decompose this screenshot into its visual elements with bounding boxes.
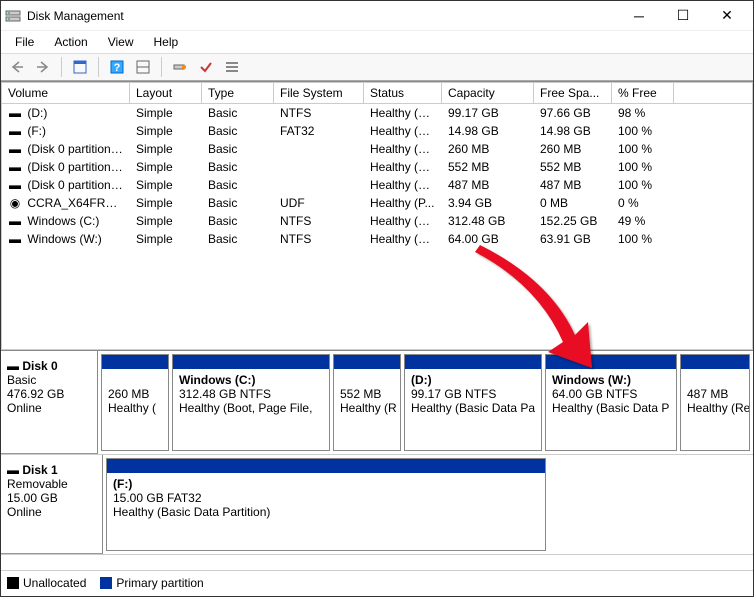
disk-info[interactable]: ▬ Disk 1Removable15.00 GBOnline xyxy=(1,455,103,554)
volume-row[interactable]: ▬ Windows (C:)SimpleBasicNTFSHealthy (B.… xyxy=(2,212,752,230)
drive-icon: ▬ xyxy=(8,232,22,246)
volume-row[interactable]: ▬ (Disk 0 partition 6)SimpleBasicHealthy… xyxy=(2,176,752,194)
volume-row[interactable]: ▬ Windows (W:)SimpleBasicNTFSHealthy (B.… xyxy=(2,230,752,248)
volume-list-pane: Volume Layout Type File System Status Ca… xyxy=(1,81,753,350)
legend: Unallocated Primary partition xyxy=(1,570,753,594)
drive-icon: ▬ xyxy=(8,160,22,174)
svg-text:?: ? xyxy=(114,62,121,74)
window-title: Disk Management xyxy=(27,9,617,23)
volume-row[interactable]: ▬ (F:)SimpleBasicFAT32Healthy (B...14.98… xyxy=(2,122,752,140)
legend-unallocated: Unallocated xyxy=(23,576,86,590)
partition[interactable]: Windows (C:)312.48 GB NTFSHealthy (Boot,… xyxy=(172,354,330,451)
back-button[interactable] xyxy=(5,56,29,78)
menu-help[interactable]: Help xyxy=(146,33,187,51)
toolbar: ? xyxy=(1,53,753,81)
partition[interactable]: Windows (W:)64.00 GB NTFSHealthy (Basic … xyxy=(545,354,677,451)
volume-table-header: Volume Layout Type File System Status Ca… xyxy=(2,83,753,104)
maximize-button[interactable]: ☐ xyxy=(661,2,705,30)
close-button[interactable]: ✕ xyxy=(705,2,749,30)
partition[interactable]: (D:)99.17 GB NTFSHealthy (Basic Data Pa xyxy=(404,354,542,451)
help-button[interactable]: ? xyxy=(105,56,129,78)
col-percent-free[interactable]: % Free xyxy=(612,83,674,104)
col-type[interactable]: Type xyxy=(202,83,274,104)
drive-icon: ▬ xyxy=(8,178,22,192)
disk-graphical-pane: ▬ Disk 0Basic476.92 GBOnline260 MBHealth… xyxy=(1,350,753,570)
app-icon xyxy=(5,8,21,24)
drive-icon: ▬ xyxy=(8,124,22,138)
disk-row: ▬ Disk 0Basic476.92 GBOnline260 MBHealth… xyxy=(1,351,753,455)
menu-file[interactable]: File xyxy=(7,33,42,51)
col-free-space[interactable]: Free Spa... xyxy=(534,83,612,104)
partition[interactable]: (F:)15.00 GB FAT32Healthy (Basic Data Pa… xyxy=(106,458,546,551)
col-filesystem[interactable]: File System xyxy=(274,83,364,104)
menu-view[interactable]: View xyxy=(100,33,142,51)
disk-icon: ▬ xyxy=(7,463,19,477)
settings-button[interactable] xyxy=(168,56,192,78)
menubar: File Action View Help xyxy=(1,31,753,53)
drive-icon: ▬ xyxy=(8,106,22,120)
col-capacity[interactable]: Capacity xyxy=(442,83,534,104)
col-spacer xyxy=(674,83,753,104)
view-button[interactable] xyxy=(68,56,92,78)
col-status[interactable]: Status xyxy=(364,83,442,104)
list-button[interactable] xyxy=(220,56,244,78)
disc-icon: ◉ xyxy=(8,196,22,210)
volume-row[interactable]: ◉ CCRA_X64FRE_EN...SimpleBasicUDFHealthy… xyxy=(2,194,752,212)
disk-info[interactable]: ▬ Disk 0Basic476.92 GBOnline xyxy=(1,351,98,454)
partition[interactable]: 487 MBHealthy (Re xyxy=(680,354,750,451)
forward-button[interactable] xyxy=(31,56,55,78)
volume-row[interactable]: ▬ (D:)SimpleBasicNTFSHealthy (B...99.17 … xyxy=(2,104,752,122)
check-button[interactable] xyxy=(194,56,218,78)
partition[interactable]: 552 MBHealthy (R xyxy=(333,354,401,451)
col-volume[interactable]: Volume xyxy=(2,83,130,104)
menu-action[interactable]: Action xyxy=(46,33,95,51)
minimize-button[interactable]: ─ xyxy=(617,2,661,30)
col-layout[interactable]: Layout xyxy=(130,83,202,104)
disk-icon: ▬ xyxy=(7,359,19,373)
volume-row[interactable]: ▬ (Disk 0 partition 4)SimpleBasicHealthy… xyxy=(2,158,752,176)
volume-row[interactable]: ▬ (Disk 0 partition 1)SimpleBasicHealthy… xyxy=(2,140,752,158)
partition[interactable]: 260 MBHealthy ( xyxy=(101,354,169,451)
drive-icon: ▬ xyxy=(8,214,22,228)
layout-button[interactable] xyxy=(131,56,155,78)
legend-primary: Primary partition xyxy=(116,576,203,590)
disk-row: ▬ Disk 1Removable15.00 GBOnline(F:)15.00… xyxy=(1,455,753,555)
drive-icon: ▬ xyxy=(8,142,22,156)
